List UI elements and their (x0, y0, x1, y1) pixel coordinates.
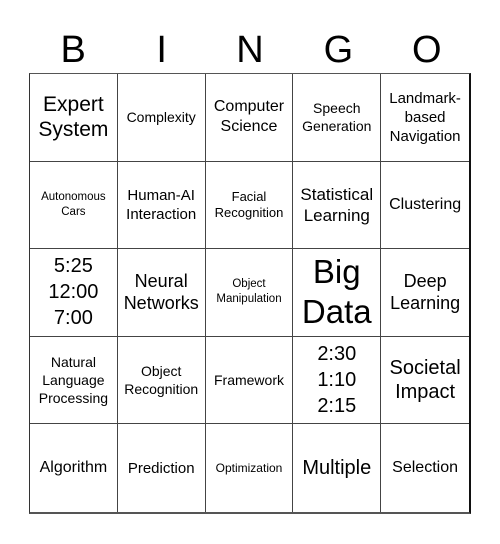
bingo-cell[interactable]: Societal Impact (381, 337, 469, 425)
bingo-cell[interactable]: Multiple (293, 424, 382, 512)
cell-text: Selection (392, 459, 458, 477)
bingo-cell[interactable]: Statistical Learning (293, 161, 382, 250)
cell-text: Object Manipulation (216, 278, 282, 306)
bingo-cell[interactable]: Expert System (30, 74, 118, 162)
bingo-cell[interactable]: Landmark- based Navigation (381, 74, 469, 162)
cell-text: 5:25 12:00 7:00 (48, 255, 99, 330)
header-letter-o: O (412, 29, 442, 71)
bingo-cell[interactable]: Big Data (293, 249, 382, 337)
header-letter-g: G (323, 29, 354, 71)
cell-text: Framework (213, 372, 284, 389)
bingo-cell[interactable]: Speech Generation (293, 74, 382, 162)
bingo-cell[interactable]: Object Recognition (117, 336, 206, 425)
header-letter-n: N (236, 29, 264, 71)
cell-text: Expert System (38, 93, 109, 142)
header-letter-i: I (156, 29, 167, 71)
bingo-cell[interactable]: Neural Networks (117, 249, 206, 337)
bingo-cell[interactable]: Framework (205, 336, 294, 425)
cell-text: 2:30 1:10 2:15 (317, 343, 357, 418)
header-letter-b: B (60, 29, 86, 71)
bingo-cell[interactable]: Algorithm (30, 424, 118, 512)
cell-text: Object Recognition (124, 363, 199, 398)
bingo-cell[interactable]: Prediction (118, 424, 206, 512)
bingo-cell[interactable]: Human-AI Interaction (117, 161, 206, 250)
cell-text: Big Data (301, 253, 372, 331)
cell-text: Human-AI Interaction (126, 186, 197, 223)
bingo-cell[interactable]: Object Manipulation (205, 249, 294, 337)
bingo-header: B I N G O (29, 28, 471, 73)
cell-text: Optimization (215, 460, 283, 475)
cell-text: Landmark- based Navigation (389, 89, 461, 145)
bingo-cell[interactable]: Autonomous Cars (30, 161, 118, 250)
cell-text: Clustering (389, 195, 462, 213)
bingo-cell[interactable]: Clustering (381, 162, 469, 250)
cell-text: Autonomous Cars (41, 190, 106, 218)
bingo-cell[interactable]: 2:30 1:10 2:15 (293, 336, 382, 425)
bingo-cell[interactable]: 5:25 12:00 7:00 (30, 249, 118, 337)
cell-text: Societal Impact (389, 357, 461, 404)
bingo-cell[interactable]: Deep Learning (381, 249, 469, 337)
cell-text: Prediction (127, 459, 195, 477)
bingo-cell[interactable]: Computer Science (205, 74, 294, 162)
bingo-cell[interactable]: Facial Recognition (205, 161, 294, 250)
bingo-cell[interactable]: Complexity (117, 74, 206, 162)
cell-text: Neural Networks (123, 271, 199, 314)
cell-text: Algorithm (39, 459, 108, 477)
cell-text: Multiple (302, 457, 372, 480)
bingo-cell[interactable]: Natural Language Processing (30, 336, 118, 425)
bingo-cell[interactable]: Optimization (206, 424, 294, 512)
cell-text: Deep Learning (390, 271, 461, 314)
bingo-cell[interactable]: Selection (381, 424, 469, 512)
cell-text: Statistical Learning (300, 184, 374, 225)
cell-text: Complexity (126, 109, 196, 126)
cell-text: Speech Generation (302, 100, 372, 135)
cell-text: Computer Science (213, 98, 285, 136)
cell-text: Facial Recognition (214, 188, 284, 220)
bingo-grid: Expert System Complexity Computer Scienc… (29, 73, 471, 514)
cell-text: Natural Language Processing (38, 354, 109, 407)
